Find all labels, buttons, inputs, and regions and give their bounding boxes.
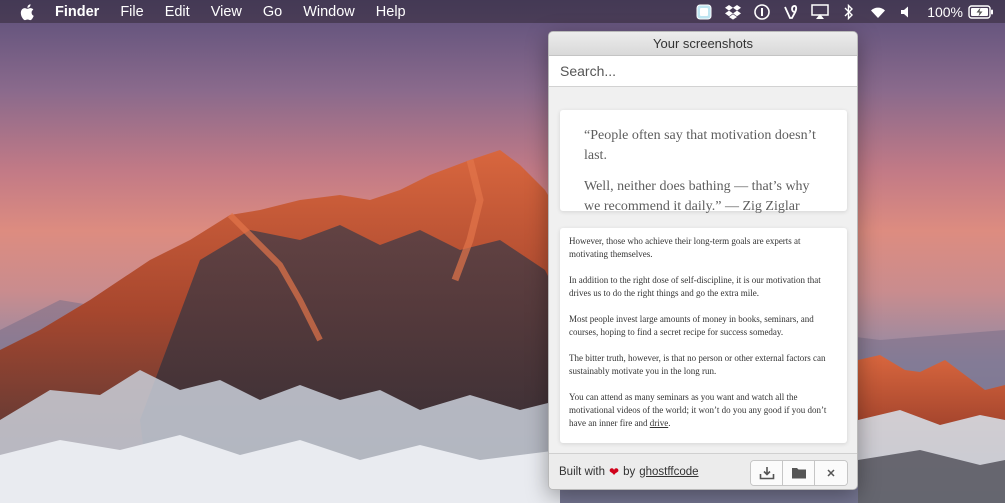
onepassword-icon[interactable] bbox=[753, 3, 771, 21]
screenshot-card-quote[interactable]: “People often say that motivation doesn’… bbox=[560, 110, 847, 214]
quote-line-2: Well, neither does bathing — that’s why … bbox=[584, 179, 810, 214]
vine-icon[interactable] bbox=[782, 3, 800, 21]
built-with-label: Built with bbox=[559, 465, 606, 478]
menu-bar: Finder File Edit View Go Window Help 100… bbox=[0, 0, 1005, 23]
dropbox-icon[interactable] bbox=[724, 3, 742, 21]
battery-percent[interactable]: 100% bbox=[927, 4, 963, 20]
folder-icon bbox=[791, 468, 806, 479]
menu-help[interactable]: Help bbox=[376, 4, 406, 20]
close-icon bbox=[827, 469, 835, 477]
download-button[interactable] bbox=[751, 461, 783, 485]
text-paragraph-1: However, those who achieve their long-te… bbox=[569, 236, 801, 259]
by-label: by bbox=[623, 465, 636, 478]
airplay-icon[interactable] bbox=[811, 3, 829, 21]
volume-icon[interactable] bbox=[898, 3, 916, 21]
search-input[interactable] bbox=[560, 63, 840, 79]
author-link[interactable]: ghostffcode bbox=[639, 466, 698, 478]
drive-link[interactable]: drive bbox=[650, 418, 669, 428]
search-bar bbox=[549, 56, 857, 87]
text-paragraph-5-end: . bbox=[668, 418, 671, 428]
download-tray-icon bbox=[759, 467, 774, 480]
close-button[interactable] bbox=[815, 461, 847, 485]
menu-edit[interactable]: Edit bbox=[165, 4, 190, 20]
footer-button-group bbox=[750, 460, 848, 486]
screenshots-popover: Your screenshots “People often say that … bbox=[548, 31, 858, 490]
text-paragraph-2: In addition to the right dose of self-di… bbox=[569, 275, 821, 298]
quote-line-1: “People often say that motivation doesn’… bbox=[584, 128, 816, 163]
popover-title: Your screenshots bbox=[549, 32, 857, 56]
screenshot-app-icon[interactable] bbox=[695, 3, 713, 21]
screenshot-list: “People often say that motivation doesn’… bbox=[549, 88, 857, 456]
menu-window[interactable]: Window bbox=[303, 4, 355, 20]
menu-view[interactable]: View bbox=[211, 4, 242, 20]
text-paragraph-3: Most people invest large amounts of mone… bbox=[569, 314, 814, 337]
wifi-icon[interactable] bbox=[869, 3, 887, 21]
battery-charging-icon[interactable] bbox=[967, 3, 995, 21]
screenshot-card-text[interactable]: However, those who achieve their long-te… bbox=[560, 228, 847, 443]
popover-footer: Built with ❤ by ghostffcode bbox=[549, 453, 857, 489]
bluetooth-icon[interactable] bbox=[840, 3, 858, 21]
text-paragraph-4: The bitter truth, however, is that no pe… bbox=[569, 353, 826, 376]
heart-icon: ❤ bbox=[609, 464, 620, 479]
menu-go[interactable]: Go bbox=[263, 4, 282, 20]
menu-file[interactable]: File bbox=[120, 4, 143, 20]
text-paragraph-5: You can attend as many seminars as you w… bbox=[569, 391, 838, 430]
menu-finder[interactable]: Finder bbox=[55, 4, 99, 20]
open-folder-button[interactable] bbox=[783, 461, 815, 485]
apple-logo-icon[interactable] bbox=[19, 3, 37, 21]
text-paragraph-5-start: You can attend as many seminars as you w… bbox=[569, 392, 827, 428]
status-tray: 100% bbox=[695, 0, 1005, 23]
